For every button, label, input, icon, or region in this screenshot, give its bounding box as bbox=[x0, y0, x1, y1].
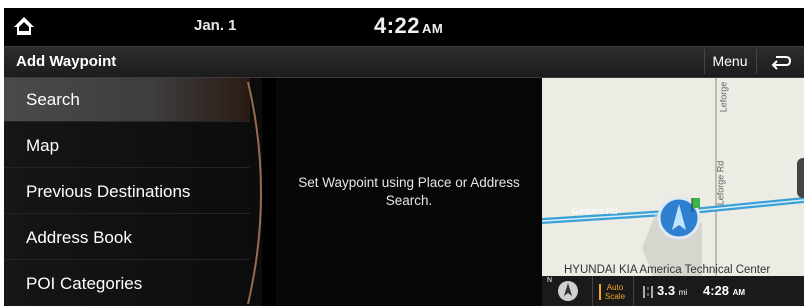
poi-label: HYUNDAI KIA America Technical Center bbox=[564, 264, 771, 276]
clock-time: 4:22 bbox=[374, 13, 421, 38]
sidebar-item-poi-categories[interactable]: POI Categories bbox=[4, 262, 250, 306]
map-info-bar: N Auto Scale 3.3 mi 4:28 AM bbox=[542, 276, 804, 306]
clock-ampm: AM bbox=[422, 21, 444, 36]
status-date: Jan. 1 bbox=[194, 17, 237, 34]
eta-ampm: AM bbox=[732, 288, 746, 297]
map-side-panel-tab[interactable] bbox=[797, 158, 804, 198]
sidebar-item-previous-destinations[interactable]: Previous Destinations bbox=[4, 170, 250, 214]
map-view[interactable]: Geddes Rd Leforge Leforge Rd HYUNDAI KIA… bbox=[542, 78, 804, 306]
eta-time: 4:28 bbox=[703, 283, 730, 298]
road-distance-icon bbox=[643, 286, 653, 298]
home-icon[interactable] bbox=[12, 14, 36, 38]
distance-remaining: 3.3 mi bbox=[637, 276, 693, 306]
sidebar-item-map[interactable]: Map bbox=[4, 124, 250, 168]
road-label-geddes: Geddes Rd bbox=[572, 206, 618, 216]
menu-button[interactable]: Menu bbox=[704, 49, 755, 74]
distance-unit: mi bbox=[678, 288, 688, 297]
sidebar-item-address-book[interactable]: Address Book bbox=[4, 216, 250, 260]
main-panel: Set Waypoint using Place or Address Sear… bbox=[276, 78, 542, 306]
sidebar-menu: Search Map Previous Destinations Address… bbox=[4, 78, 262, 306]
status-clock: 4:22 AM bbox=[374, 13, 443, 39]
title-bar: Add Waypoint Menu bbox=[4, 46, 804, 78]
back-button[interactable] bbox=[756, 49, 803, 74]
auto-scale-button[interactable]: Auto Scale bbox=[593, 276, 634, 306]
auto-scale-bar bbox=[599, 284, 601, 300]
screen: Jan. 1 4:22 AM Add Waypoint Menu Search M… bbox=[4, 8, 804, 306]
status-bar: Jan. 1 4:22 AM bbox=[4, 8, 804, 44]
instruction-message: Set Waypoint using Place or Address Sear… bbox=[298, 175, 520, 208]
compass[interactable]: N bbox=[542, 276, 593, 306]
auto-scale-label: Auto Scale bbox=[605, 283, 626, 301]
compass-icon bbox=[558, 281, 578, 301]
back-arrow-icon bbox=[771, 56, 792, 70]
page-title: Add Waypoint bbox=[16, 53, 117, 70]
compass-label: N bbox=[547, 277, 553, 284]
distance-value: 3.3 bbox=[657, 283, 676, 298]
road-label-leforge-top: Leforge bbox=[718, 81, 729, 113]
eta: 4:28 AM bbox=[695, 276, 804, 306]
sidebar-item-search[interactable]: Search bbox=[4, 78, 250, 122]
road-label-leforge: Leforge Rd bbox=[715, 160, 726, 206]
